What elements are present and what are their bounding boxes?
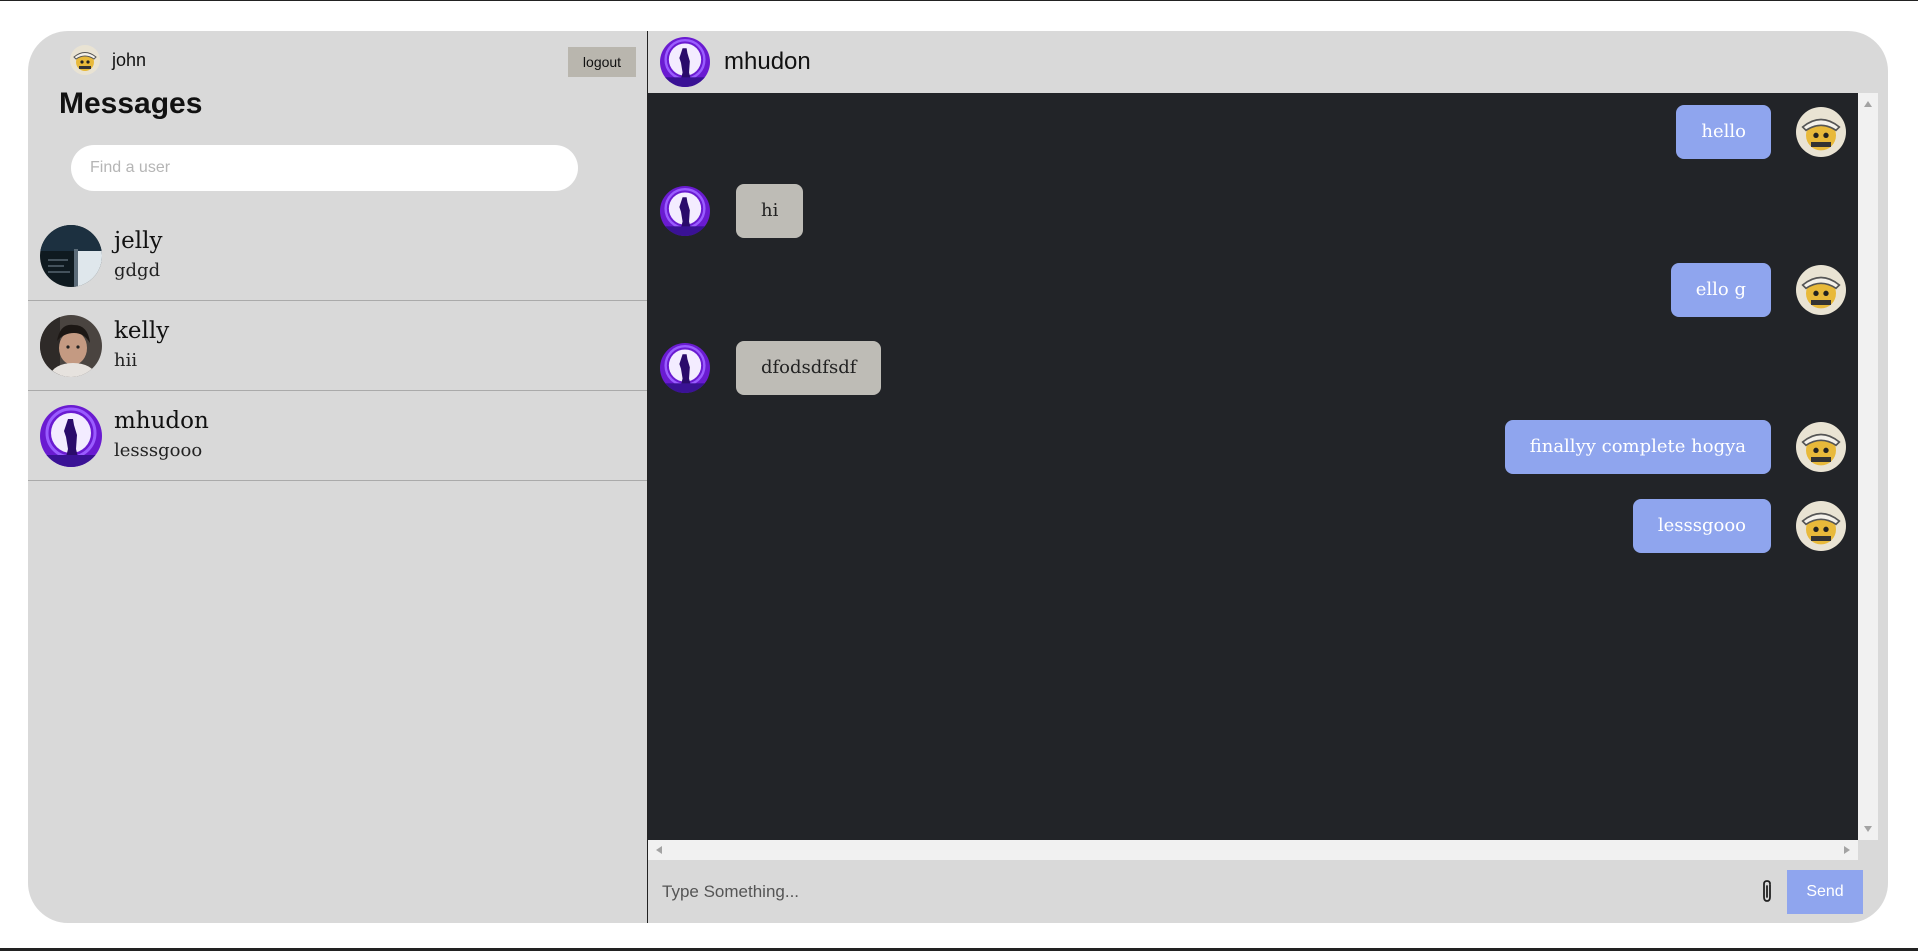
john-avatar-icon: [1796, 422, 1846, 472]
chat-partner-name: mhudon: [724, 48, 811, 75]
message-list[interactable]: hello hi ello g dfodsdfsdf finallyy comp…: [648, 93, 1858, 840]
message-bubble: ello g: [1670, 263, 1771, 317]
contact-last-message: hii: [114, 349, 138, 371]
john-avatar-icon: [1796, 107, 1846, 157]
contact-item-kelly[interactable]: kelly hii: [28, 301, 647, 391]
message-outgoing: hello: [1676, 105, 1846, 159]
contact-last-message: lesssgooo: [114, 439, 203, 461]
mhudon-avatar-icon: [40, 404, 102, 467]
mhudon-avatar-icon: [660, 343, 710, 393]
jelly-avatar-icon: [40, 224, 102, 287]
contact-text: jelly gdgd: [114, 226, 162, 286]
scroll-up-icon[interactable]: [1864, 101, 1872, 107]
message-incoming: hi: [660, 184, 804, 238]
current-user: john: [70, 45, 146, 75]
vertical-scrollbar[interactable]: [1858, 93, 1878, 840]
chat-panel: mhudon hello hi ello g dfodsdfsdf finall…: [648, 31, 1888, 923]
contact-text: kelly hii: [114, 316, 169, 376]
message-input[interactable]: [662, 874, 1722, 910]
kelly-avatar-icon: [40, 314, 102, 377]
contact-item-jelly[interactable]: jelly gdgd: [28, 211, 647, 301]
message-outgoing: ello g: [1670, 263, 1846, 317]
contact-text: mhudon lesssgooo: [114, 406, 209, 466]
message-incoming: dfodsdfsdf: [660, 341, 882, 395]
contact-last-message: gdgd: [114, 259, 161, 281]
contact-list: jelly gdgd kelly hii mhudon lesssgooo: [28, 211, 647, 481]
page-title: Messages: [59, 87, 203, 120]
horizontal-scrollbar[interactable]: [648, 840, 1858, 860]
contact-name: kelly: [114, 317, 170, 344]
current-user-name: john: [112, 49, 147, 70]
contact-name: mhudon: [114, 407, 209, 434]
message-bubble: hi: [736, 184, 804, 238]
message-outgoing: lesssgooo: [1632, 499, 1846, 553]
contact-name: jelly: [114, 227, 163, 254]
mhudon-avatar-icon: [660, 186, 710, 236]
john-avatar-icon: [1796, 501, 1846, 551]
chat-header: mhudon: [648, 31, 1888, 93]
send-button[interactable]: Send: [1787, 870, 1863, 914]
logout-button[interactable]: logout: [568, 47, 636, 77]
message-bubble: dfodsdfsdf: [736, 341, 882, 395]
paperclip-icon[interactable]: [1756, 879, 1778, 905]
message-outgoing: finallyy complete hogya: [1504, 420, 1846, 474]
chat-app: john logout Messages Find a user jelly g…: [28, 31, 1888, 923]
scroll-left-icon[interactable]: [656, 846, 662, 854]
mhudon-avatar-icon: [660, 37, 710, 87]
contact-item-mhudon[interactable]: mhudon lesssgooo: [28, 391, 647, 481]
scroll-down-icon[interactable]: [1864, 826, 1872, 832]
top-border: [0, 0, 1918, 1]
bottom-border: [0, 948, 1918, 951]
message-composer: Send: [648, 860, 1888, 923]
sidebar: john logout Messages Find a user jelly g…: [28, 31, 648, 923]
search-input[interactable]: [71, 145, 578, 191]
john-avatar-icon: [1796, 265, 1846, 315]
scroll-right-icon[interactable]: [1844, 846, 1850, 854]
message-bubble: finallyy complete hogya: [1504, 420, 1771, 474]
message-bubble: lesssgooo: [1632, 499, 1771, 553]
john-avatar-icon: [70, 45, 100, 75]
message-bubble: hello: [1676, 105, 1771, 159]
